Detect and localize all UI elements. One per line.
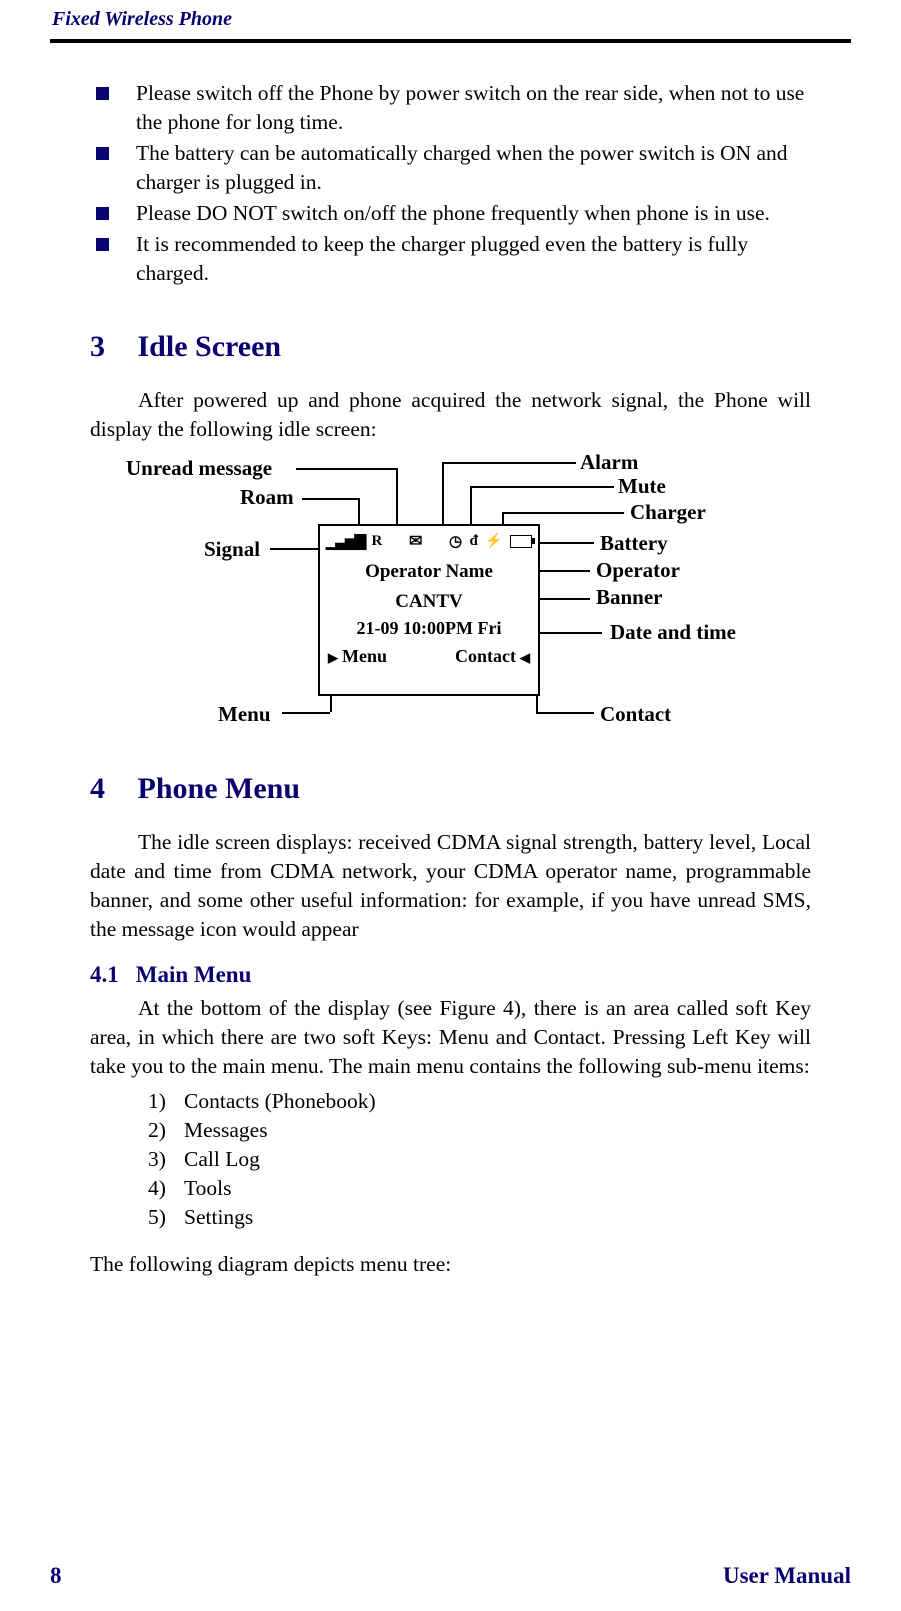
leader-line — [358, 498, 360, 526]
leader-line — [282, 712, 330, 714]
list-item-number: 4) — [148, 1174, 184, 1203]
page-number: 8 — [50, 1563, 62, 1589]
section-3-title: Idle Screen — [138, 330, 282, 363]
section-4-1-para-text: At the bottom of the display (see Figure… — [90, 996, 811, 1078]
page-footer: 8 User Manual — [50, 1563, 851, 1589]
main-menu-list: 1)Contacts (Phonebook) 2)Messages 3)Call… — [148, 1087, 811, 1232]
label-mute: Mute — [618, 474, 666, 499]
list-item-number: 2) — [148, 1116, 184, 1145]
page: Fixed Wireless Phone Please switch off t… — [0, 0, 901, 1611]
list-item-text: Messages — [184, 1118, 268, 1142]
bullet-item: Please DO NOT switch on/off the phone fr… — [90, 199, 811, 228]
screen-datetime-row: 21-09 10:00PM Fri — [320, 617, 538, 640]
bullet-item: It is recommended to keep the charger pl… — [90, 230, 811, 288]
list-item: 5)Settings — [148, 1203, 811, 1232]
leader-line — [330, 696, 332, 712]
status-icon-row: ▁▃▅▇ ✉ ◷ ᵭ ⚡ — [320, 526, 538, 557]
label-banner: Banner — [596, 585, 663, 610]
label-menu: Menu — [218, 702, 271, 727]
list-item-number: 3) — [148, 1145, 184, 1174]
screen-banner-row: CANTV — [320, 587, 538, 617]
list-item: 2)Messages — [148, 1116, 811, 1145]
leader-line — [296, 468, 396, 470]
label-charger: Charger — [630, 500, 706, 525]
header-divider — [50, 39, 851, 43]
leader-line — [442, 462, 444, 526]
list-item: 4)Tools — [148, 1174, 811, 1203]
bullet-item: The battery can be automatically charged… — [90, 139, 811, 197]
leader-line — [540, 598, 590, 600]
doc-header-title: Fixed Wireless Phone — [50, 0, 851, 39]
leader-line — [302, 498, 358, 500]
leader-line — [502, 512, 624, 514]
label-date-time: Date and time — [610, 620, 736, 645]
section-4-heading: 4 Phone Menu — [90, 772, 811, 806]
signal-icon: ▁▃▅▇ — [326, 532, 364, 551]
message-icon: ✉ — [409, 531, 422, 551]
label-battery: Battery — [600, 531, 668, 556]
section-4-intro: The idle screen displays: received CDMA … — [90, 828, 811, 944]
list-item: 3)Call Log — [148, 1145, 811, 1174]
list-item-text: Contacts (Phonebook) — [184, 1089, 376, 1113]
leader-line — [470, 486, 472, 526]
leader-line — [536, 712, 594, 714]
leader-line — [540, 632, 602, 634]
mute-icon: ᵭ — [469, 533, 477, 550]
section-4-1-heading: 4.1 Main Menu — [90, 962, 811, 988]
content-area: Please switch off the Phone by power swi… — [90, 79, 811, 1279]
section-4-intro-text: The idle screen displays: received CDMA … — [90, 830, 811, 941]
section-4-1-number: 4.1 — [90, 962, 130, 988]
section-3-heading: 3 Idle Screen — [90, 330, 811, 364]
section-4-1-para: At the bottom of the display (see Figure… — [90, 994, 811, 1081]
section-4-1-title: Main Menu — [136, 962, 252, 987]
softkey-right: Contact — [455, 646, 530, 667]
battery-icon — [510, 535, 532, 548]
list-item-number: 1) — [148, 1087, 184, 1116]
label-signal: Signal — [204, 537, 260, 562]
list-item-text: Call Log — [184, 1147, 260, 1171]
leader-line — [270, 548, 318, 550]
section-4-title: Phone Menu — [138, 772, 301, 805]
leader-line — [540, 570, 590, 572]
bullet-item: Please switch off the Phone by power swi… — [90, 79, 811, 137]
section-3-intro-text: After powered up and phone acquired the … — [90, 388, 811, 441]
list-item-text: Tools — [184, 1176, 231, 1200]
leader-line — [536, 696, 538, 712]
list-item-number: 5) — [148, 1203, 184, 1232]
section-3-number: 3 — [90, 330, 130, 364]
leader-line — [540, 542, 594, 544]
alarm-icon: ◷ — [449, 532, 462, 551]
leader-line — [396, 468, 398, 526]
label-contact: Contact — [600, 702, 671, 727]
section-4-1-trailer: The following diagram depicts menu tree: — [90, 1250, 811, 1279]
screen-softkey-row: Menu Contact — [320, 640, 538, 667]
label-unread-message: Unread message — [126, 456, 272, 481]
label-operator: Operator — [596, 558, 680, 583]
footer-label: User Manual — [723, 1563, 851, 1589]
charger-icon: ⚡ — [485, 533, 502, 550]
phone-screen: ▁▃▅▇ ✉ ◷ ᵭ ⚡ Operator Name CANTV 21-09 1… — [318, 524, 540, 696]
idle-screen-diagram: Unread message Roam Signal Menu Alarm Mu… — [110, 450, 770, 730]
screen-operator-row: Operator Name — [320, 557, 538, 587]
section-4-number: 4 — [90, 772, 130, 806]
list-item: 1)Contacts (Phonebook) — [148, 1087, 811, 1116]
intro-bullet-list: Please switch off the Phone by power swi… — [90, 79, 811, 288]
roam-icon — [371, 532, 382, 550]
list-item-text: Settings — [184, 1205, 253, 1229]
leader-line — [442, 462, 576, 464]
section-3-intro: After powered up and phone acquired the … — [90, 386, 811, 444]
leader-line — [470, 486, 614, 488]
label-alarm: Alarm — [580, 450, 638, 475]
label-roam: Roam — [240, 485, 294, 510]
softkey-left: Menu — [328, 646, 387, 667]
